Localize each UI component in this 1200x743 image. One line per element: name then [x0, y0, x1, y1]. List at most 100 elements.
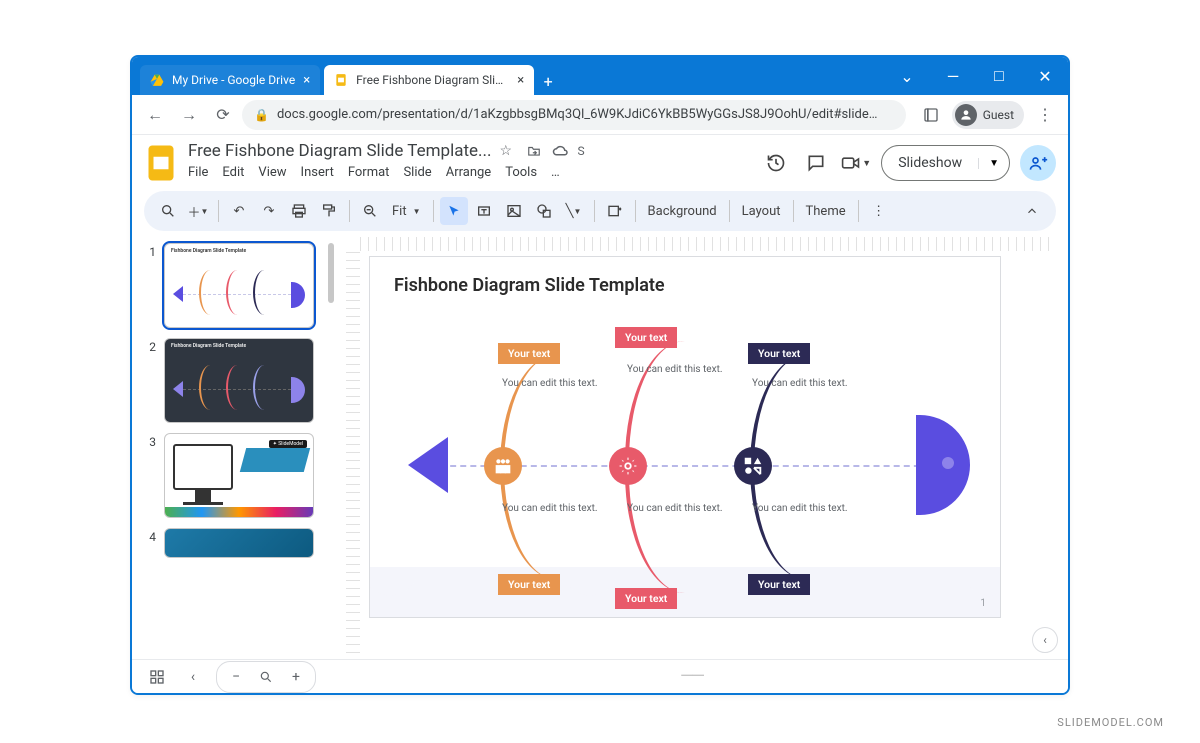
bone-subtext[interactable]: You can edit this text.: [627, 502, 727, 515]
toolbar: ＋▼ ↶ ↷ Fit ▼ ╲ ▼ Background Layout Theme: [144, 191, 1056, 231]
fish-tail-icon[interactable]: [408, 437, 448, 493]
save-state: S: [578, 144, 596, 158]
slide-number: 2: [142, 338, 156, 423]
menu-bar: File Edit View Insert Format Slide Arran…: [188, 165, 751, 180]
new-tab-button[interactable]: +: [534, 67, 562, 95]
window-dropdown-button[interactable]: ⌄: [884, 57, 930, 95]
search-menus-button[interactable]: [154, 197, 182, 225]
scrollbar[interactable]: [328, 243, 334, 303]
print-button[interactable]: [285, 197, 313, 225]
browser-tab-slides[interactable]: Free Fishbone Diagram Slide Tem ×: [324, 65, 534, 95]
document-title[interactable]: Free Fishbone Diagram Slide Template...: [188, 141, 492, 161]
more-tools-button[interactable]: ⋮: [865, 197, 893, 225]
star-icon[interactable]: ☆: [500, 143, 518, 159]
bone-label-top[interactable]: Your text: [615, 327, 677, 348]
history-icon[interactable]: [761, 148, 791, 178]
comments-icon[interactable]: [801, 148, 831, 178]
transition-button[interactable]: [601, 197, 629, 225]
url-field[interactable]: 🔒 docs.google.com/presentation/d/1aKzgbb…: [242, 100, 906, 130]
menu-format[interactable]: Format: [348, 165, 390, 180]
lock-icon: 🔒: [254, 108, 269, 122]
expand-side-panel-button[interactable]: ‹: [1032, 627, 1058, 653]
image-tool[interactable]: [500, 197, 528, 225]
menu-edit[interactable]: Edit: [222, 165, 244, 180]
slides-icon: [334, 73, 348, 87]
slide-thumbnail-4[interactable]: [164, 528, 314, 558]
chevron-down-icon[interactable]: ▼: [978, 158, 1009, 169]
doc-title-row: Free Fishbone Diagram Slide Template... …: [188, 141, 751, 161]
bone-subtext[interactable]: You can edit this text.: [502, 502, 602, 515]
share-button[interactable]: [1020, 145, 1056, 181]
drag-handle-icon[interactable]: ——: [326, 666, 1056, 687]
slide-canvas[interactable]: Fishbone Diagram Slide Template Your tex…: [370, 257, 1000, 617]
back-button[interactable]: ←: [140, 100, 170, 130]
move-icon[interactable]: [526, 144, 544, 158]
zoom-out-button[interactable]: [356, 197, 384, 225]
zoom-reset-button[interactable]: [253, 664, 279, 690]
slide-thumbnail-2[interactable]: Fishbone Diagram Slide Template: [164, 338, 314, 423]
bone-label-bottom[interactable]: Your text: [748, 574, 810, 595]
maximize-button[interactable]: □: [976, 57, 1022, 95]
zoom-out-button[interactable]: −: [223, 664, 249, 690]
select-tool[interactable]: [440, 197, 468, 225]
bone-label-top[interactable]: Your text: [498, 343, 560, 364]
meet-icon[interactable]: ▼: [841, 148, 871, 178]
close-window-button[interactable]: ✕: [1022, 57, 1068, 95]
zoom-level[interactable]: Fit ▼: [386, 197, 427, 225]
redo-button[interactable]: ↷: [255, 197, 283, 225]
people-icon[interactable]: [484, 447, 522, 485]
forward-button[interactable]: →: [174, 100, 204, 130]
filmstrip[interactable]: 1 Fishbone Diagram Slide Template 2 Fish…: [132, 237, 342, 685]
layout-button[interactable]: Layout: [736, 197, 787, 225]
canvas[interactable]: Fishbone Diagram Slide Template Your tex…: [342, 237, 1068, 685]
new-slide-button[interactable]: ＋▼: [184, 197, 212, 225]
menu-view[interactable]: View: [258, 165, 286, 180]
thumbnail-row: 1 Fishbone Diagram Slide Template: [142, 243, 340, 328]
slide-thumbnail-3[interactable]: ✦ SlideModel: [164, 433, 314, 518]
grid-view-button[interactable]: [144, 664, 170, 690]
slides-logo-icon[interactable]: [144, 141, 178, 185]
bone-subtext[interactable]: You can edit this text.: [752, 377, 852, 390]
minimize-button[interactable]: —: [930, 57, 976, 95]
menu-slide[interactable]: Slide: [403, 165, 431, 180]
line-tool[interactable]: ╲ ▼: [560, 197, 588, 225]
close-icon[interactable]: ×: [517, 73, 524, 88]
zoom-in-button[interactable]: +: [283, 664, 309, 690]
bone-label-top[interactable]: Your text: [748, 343, 810, 364]
bottom-bar: ‹ − + ——: [132, 659, 1068, 693]
menu-insert[interactable]: Insert: [301, 165, 334, 180]
menu-more[interactable]: …: [551, 165, 560, 180]
gear-icon[interactable]: [609, 447, 647, 485]
bone-label-bottom[interactable]: Your text: [498, 574, 560, 595]
shape-tool[interactable]: [530, 197, 558, 225]
fish-eye-icon: [942, 457, 954, 469]
undo-button[interactable]: ↶: [225, 197, 253, 225]
slide-title[interactable]: Fishbone Diagram Slide Template: [394, 275, 665, 296]
menu-arrange[interactable]: Arrange: [446, 165, 491, 180]
close-icon[interactable]: ×: [303, 73, 310, 88]
bone-subtext[interactable]: You can edit this text.: [627, 363, 727, 376]
collapse-toolbar-button[interactable]: [1018, 197, 1046, 225]
bone-label-bottom[interactable]: Your text: [615, 588, 677, 609]
bone-subtext[interactable]: You can edit this text.: [502, 377, 602, 390]
background-button[interactable]: Background: [642, 197, 723, 225]
cloud-status-icon[interactable]: [552, 144, 570, 158]
slide-thumbnail-1[interactable]: Fishbone Diagram Slide Template: [164, 243, 314, 328]
menu-file[interactable]: File: [188, 165, 208, 180]
profile-chip[interactable]: Guest: [952, 101, 1024, 129]
textbox-tool[interactable]: [470, 197, 498, 225]
reload-button[interactable]: ⟳: [208, 100, 238, 130]
bone-subtext[interactable]: You can edit this text.: [752, 502, 852, 515]
paint-format-button[interactable]: [315, 197, 343, 225]
ruler-vertical: [346, 251, 360, 685]
slideshow-button[interactable]: Slideshow ▼: [881, 145, 1010, 181]
browser-menu-button[interactable]: ⋮: [1030, 100, 1060, 130]
theme-button[interactable]: Theme: [800, 197, 852, 225]
browser-tab-drive[interactable]: My Drive - Google Drive ×: [140, 65, 320, 95]
reading-list-icon[interactable]: [916, 100, 946, 130]
page-number: 1: [980, 598, 986, 609]
collapse-filmstrip-button[interactable]: ‹: [180, 664, 206, 690]
menu-tools[interactable]: Tools: [505, 165, 537, 180]
shapes-icon[interactable]: [734, 447, 772, 485]
slide-number: 4: [142, 528, 156, 558]
